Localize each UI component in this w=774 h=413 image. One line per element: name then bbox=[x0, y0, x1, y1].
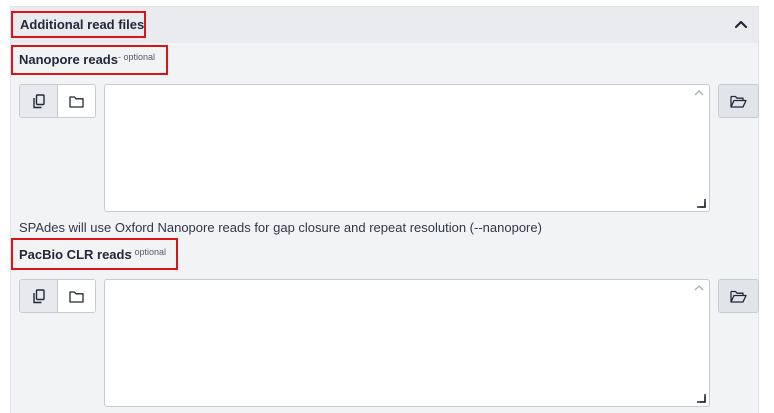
nanopore-browse-button[interactable] bbox=[718, 84, 759, 118]
pacbio-copy-button[interactable] bbox=[20, 280, 58, 312]
scroll-up-icon[interactable] bbox=[694, 89, 704, 97]
folder-open-icon bbox=[730, 95, 747, 108]
scroll-up-icon[interactable] bbox=[694, 284, 704, 292]
copy-icon bbox=[32, 288, 45, 303]
folder-icon bbox=[69, 290, 84, 303]
pacbio-folder-button[interactable] bbox=[58, 280, 95, 312]
pacbio-source-buttons bbox=[19, 279, 96, 313]
nanopore-reads-textarea[interactable] bbox=[104, 84, 710, 212]
pacbio-optional-tag: - optional bbox=[129, 247, 167, 257]
nanopore-copy-button[interactable] bbox=[20, 85, 58, 117]
nanopore-help-text: SPAdes will use Oxford Nanopore reads fo… bbox=[19, 220, 542, 235]
folder-open-icon bbox=[730, 290, 747, 303]
nanopore-label: Nanopore reads bbox=[19, 52, 118, 67]
chevron-up-icon[interactable] bbox=[732, 15, 750, 33]
pacbio-label: PacBio CLR reads bbox=[19, 247, 132, 262]
resize-handle-icon[interactable] bbox=[696, 198, 706, 208]
nanopore-folder-button[interactable] bbox=[58, 85, 95, 117]
nanopore-optional-tag: - optional bbox=[118, 52, 156, 62]
copy-icon bbox=[32, 93, 45, 108]
section-title-highlight bbox=[11, 11, 146, 38]
resize-handle-icon[interactable] bbox=[696, 393, 706, 403]
pacbio-browse-button[interactable] bbox=[718, 279, 759, 313]
pacbio-reads-textarea[interactable] bbox=[104, 279, 710, 407]
folder-icon bbox=[69, 95, 84, 108]
nanopore-source-buttons bbox=[19, 84, 96, 118]
